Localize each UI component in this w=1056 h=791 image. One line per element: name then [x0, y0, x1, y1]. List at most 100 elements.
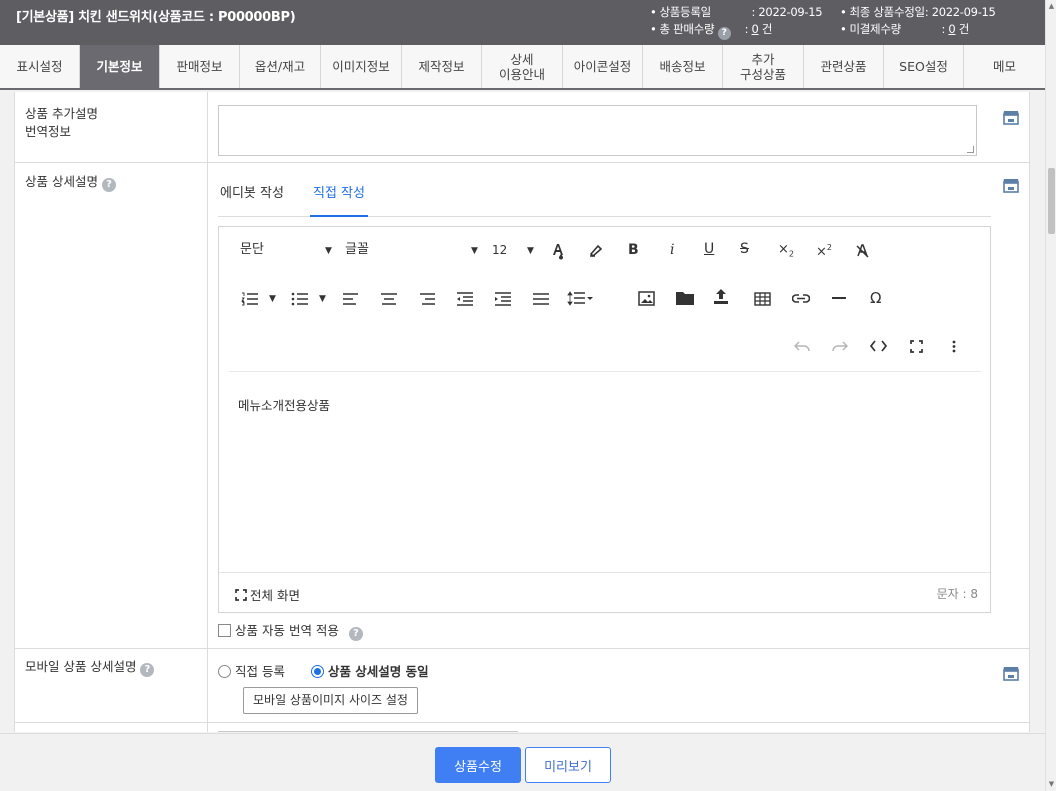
product-header: [기본상품] 치킨 샌드위치(상품코드 : P00000BP) • 상품등록일: …	[0, 0, 1045, 45]
chevron-down-icon[interactable]: ▼	[269, 291, 276, 307]
tab-seo-settings[interactable]: SEO설정	[884, 45, 964, 88]
redo-icon[interactable]	[832, 341, 848, 351]
editor-content[interactable]: 메뉴소개전용상품	[238, 395, 330, 414]
tab-related-products[interactable]: 관련상품	[804, 45, 884, 88]
mobile-image-size-button[interactable]: 모바일 상품이미지 사이즈 설정	[243, 687, 418, 714]
fullscreen-icon[interactable]	[910, 340, 923, 353]
help-icon[interactable]: ?	[348, 627, 363, 641]
reg-date-label: 상품등록일	[659, 5, 711, 19]
table-icon[interactable]	[754, 292, 771, 306]
tab-icon-settings[interactable]: 아이콘설정	[563, 45, 643, 88]
tab-display-settings[interactable]: 표시설정	[0, 45, 80, 88]
partial-input[interactable]	[218, 731, 518, 732]
clear-format-icon[interactable]	[855, 243, 870, 258]
editor-footer: 전체 화면 문자 : 8	[219, 572, 990, 612]
total-sales-value[interactable]: 0	[752, 22, 759, 36]
store-icon[interactable]	[1003, 666, 1019, 681]
superscript-icon[interactable]: ×2	[816, 240, 832, 260]
tab-addon-products[interactable]: 추가 구성상품	[723, 45, 804, 88]
more-options-icon[interactable]	[952, 340, 956, 353]
font-select[interactable]: 글꼴	[345, 242, 369, 258]
tab-basic-info[interactable]: 기본정보	[80, 45, 160, 88]
scroll-up-icon[interactable]: ▲	[1047, 1, 1056, 11]
chevron-down-icon[interactable]: ▼	[319, 291, 326, 307]
undo-icon[interactable]	[794, 341, 810, 351]
store-icon[interactable]	[1003, 178, 1019, 193]
unpaid-unit: 건	[955, 22, 970, 36]
header-meta-right: • 최종 상품수정일: 2022-09-15 • 미결제수량: 0 건	[840, 5, 996, 36]
scroll-down-icon[interactable]: ▼	[1047, 779, 1056, 789]
align-left-icon[interactable]	[343, 293, 359, 305]
unpaid-label: 미결제수량	[849, 22, 901, 36]
horizontal-rule-icon[interactable]	[832, 297, 846, 300]
tab-editorbot[interactable]: 에디봇 작성	[220, 185, 284, 217]
total-sales-label: 총 판매수량	[659, 22, 715, 36]
tab-image-info[interactable]: 이미지정보	[321, 45, 402, 88]
help-icon[interactable]: ?	[717, 27, 731, 40]
special-character-icon[interactable]: Ω	[870, 290, 881, 306]
detail-description-label: 상품 상세설명?	[25, 173, 116, 192]
additional-description-label: 상품 추가설명 번역정보	[25, 106, 98, 139]
tab-shipping-info[interactable]: 배송정보	[643, 45, 723, 88]
tab-detail-guide[interactable]: 상세 이용안내	[482, 45, 563, 88]
help-icon[interactable]: ?	[101, 178, 116, 192]
upload-icon[interactable]	[714, 289, 728, 305]
mod-date-label: 최종 상품수정일	[849, 5, 925, 19]
reg-date-value: : 2022-09-15	[751, 5, 823, 19]
rich-text-editor: 문단 ▼ 글꼴 ▼ 12 ▼ B i U S ×2 ×2 ▼ ▼ Ω 메뉴소개전…	[218, 226, 991, 613]
fullscreen-button[interactable]: 전체 화면	[235, 585, 300, 604]
radio-same-as-detail[interactable]: 상품 상세설명 동일	[310, 664, 429, 679]
bullet-list-icon[interactable]	[291, 292, 309, 306]
product-title: [기본상품] 치킨 샌드위치(상품코드 : P00000BP)	[16, 10, 296, 25]
tab-memo[interactable]: 메모	[964, 45, 1045, 88]
product-tabs: 표시설정 기본정보 판매정보 옵션/재고 이미지정보 제작정보 상세 이용안내 …	[0, 45, 1045, 90]
paragraph-select[interactable]: 문단	[240, 242, 264, 258]
code-view-icon[interactable]	[870, 340, 887, 352]
mobile-detail-options: 직접 등록 상품 상세설명 동일	[218, 661, 429, 680]
image-icon[interactable]	[638, 291, 655, 306]
mod-date-value: : 2022-09-15	[924, 5, 996, 19]
tab-options-stock[interactable]: 옵션/재고	[240, 45, 321, 88]
subscript-icon[interactable]: ×2	[778, 242, 794, 263]
bold-icon[interactable]: B	[628, 242, 639, 258]
line-height-icon[interactable]	[567, 291, 595, 306]
preview-button[interactable]: 미리보기	[525, 747, 611, 783]
underline-icon[interactable]: U	[704, 241, 714, 257]
chevron-down-icon[interactable]: ▼	[325, 243, 332, 259]
mobile-detail-label: 모바일 상품 상세설명?	[25, 658, 155, 677]
total-sales-unit: 건	[758, 22, 773, 36]
indent-icon[interactable]	[495, 292, 511, 306]
text-color-icon[interactable]	[551, 242, 566, 260]
colon: :	[941, 22, 946, 36]
radio-direct-register[interactable]: 직접 등록	[218, 664, 285, 679]
italic-icon[interactable]: i	[670, 242, 674, 258]
tab-production-info[interactable]: 제작정보	[402, 45, 482, 88]
vertical-scrollbar[interactable]: ▲ ▼	[1045, 0, 1056, 791]
link-icon[interactable]	[792, 293, 810, 304]
align-center-icon[interactable]	[381, 293, 397, 305]
outdent-icon[interactable]	[457, 292, 473, 306]
chevron-down-icon[interactable]: ▼	[527, 243, 534, 259]
editor-mode-tabs: 에디봇 작성 직접 작성	[218, 180, 991, 217]
save-product-button[interactable]: 상품수정	[435, 747, 521, 783]
auto-translate-option[interactable]: 상품 자동 번역 적용?	[218, 620, 363, 641]
additional-description-textarea[interactable]	[218, 105, 977, 156]
ordered-list-icon[interactable]	[241, 292, 259, 306]
tab-sales-info[interactable]: 판매정보	[160, 45, 240, 88]
auto-translate-checkbox[interactable]	[218, 624, 231, 637]
bottom-action-bar: 상품수정 미리보기	[0, 733, 1045, 791]
scrollbar-thumb[interactable]	[1048, 168, 1055, 234]
align-right-icon[interactable]	[419, 293, 435, 305]
colon: :	[744, 22, 749, 36]
basic-info-form: 상품 추가설명 번역정보 상품 상세설명? 에디봇 작성 직접 작성 문단 ▼ …	[14, 92, 1030, 732]
chevron-down-icon[interactable]: ▼	[471, 243, 478, 259]
justify-icon[interactable]	[533, 293, 549, 305]
font-size-select[interactable]: 12	[492, 242, 507, 258]
strikethrough-icon[interactable]: S	[740, 241, 749, 257]
help-icon[interactable]: ?	[140, 663, 155, 677]
highlight-icon[interactable]	[588, 243, 604, 258]
store-icon[interactable]	[1003, 110, 1019, 125]
header-meta-left: • 상품등록일: 2022-09-15 • 총 판매수량 ?: 0 건	[650, 5, 823, 40]
folder-icon[interactable]	[676, 291, 694, 305]
tab-direct-write[interactable]: 직접 작성	[310, 185, 368, 217]
